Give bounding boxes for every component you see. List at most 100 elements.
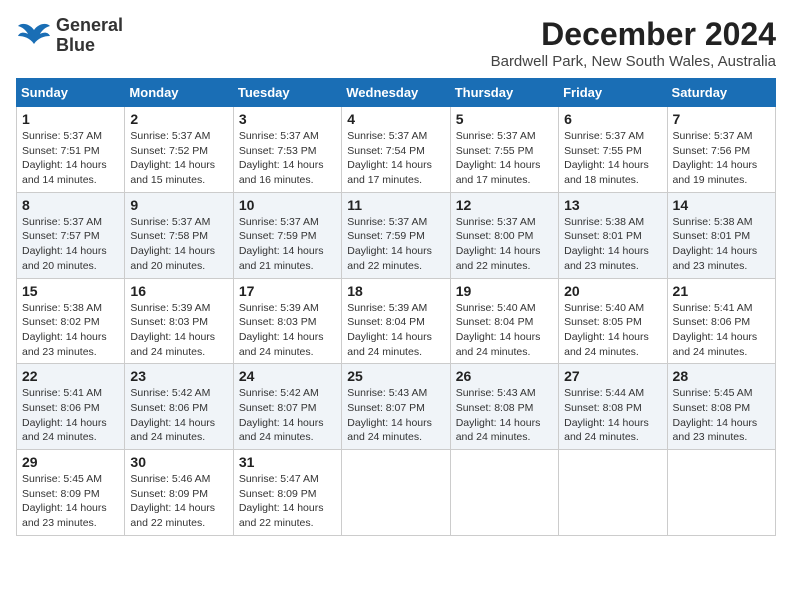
day-number: 7 [673, 111, 770, 127]
table-row: 19 Sunrise: 5:40 AM Sunset: 8:04 PM Dayl… [450, 278, 558, 364]
day-info: Sunrise: 5:39 AM Sunset: 8:04 PM Dayligh… [347, 301, 444, 360]
col-tuesday: Tuesday [233, 79, 341, 107]
table-row: 18 Sunrise: 5:39 AM Sunset: 8:04 PM Dayl… [342, 278, 450, 364]
table-row: 6 Sunrise: 5:37 AM Sunset: 7:55 PM Dayli… [559, 107, 667, 193]
table-row: 7 Sunrise: 5:37 AM Sunset: 7:56 PM Dayli… [667, 107, 775, 193]
day-info: Sunrise: 5:44 AM Sunset: 8:08 PM Dayligh… [564, 386, 661, 445]
day-info: Sunrise: 5:37 AM Sunset: 7:58 PM Dayligh… [130, 215, 227, 274]
table-row: 10 Sunrise: 5:37 AM Sunset: 7:59 PM Dayl… [233, 192, 341, 278]
day-number: 12 [456, 197, 553, 213]
day-number: 24 [239, 368, 336, 384]
table-row: 20 Sunrise: 5:40 AM Sunset: 8:05 PM Dayl… [559, 278, 667, 364]
table-row: 23 Sunrise: 5:42 AM Sunset: 8:06 PM Dayl… [125, 364, 233, 450]
table-row: 3 Sunrise: 5:37 AM Sunset: 7:53 PM Dayli… [233, 107, 341, 193]
col-sunday: Sunday [17, 79, 125, 107]
page-header: General Blue December 2024 Bardwell Park… [16, 16, 776, 70]
day-info: Sunrise: 5:38 AM Sunset: 8:02 PM Dayligh… [22, 301, 119, 360]
col-saturday: Saturday [667, 79, 775, 107]
day-number: 1 [22, 111, 119, 127]
table-row: 27 Sunrise: 5:44 AM Sunset: 8:08 PM Dayl… [559, 364, 667, 450]
day-info: Sunrise: 5:45 AM Sunset: 8:09 PM Dayligh… [22, 472, 119, 531]
day-info: Sunrise: 5:37 AM Sunset: 7:53 PM Dayligh… [239, 129, 336, 188]
col-thursday: Thursday [450, 79, 558, 107]
day-info: Sunrise: 5:37 AM Sunset: 7:54 PM Dayligh… [347, 129, 444, 188]
table-row [450, 450, 558, 536]
calendar-week-2: 8 Sunrise: 5:37 AM Sunset: 7:57 PM Dayli… [17, 192, 776, 278]
table-row: 24 Sunrise: 5:42 AM Sunset: 8:07 PM Dayl… [233, 364, 341, 450]
table-row: 28 Sunrise: 5:45 AM Sunset: 8:08 PM Dayl… [667, 364, 775, 450]
logo: General Blue [16, 16, 123, 56]
table-row: 17 Sunrise: 5:39 AM Sunset: 8:03 PM Dayl… [233, 278, 341, 364]
day-info: Sunrise: 5:37 AM Sunset: 7:55 PM Dayligh… [564, 129, 661, 188]
day-number: 30 [130, 454, 227, 470]
table-row [342, 450, 450, 536]
day-info: Sunrise: 5:37 AM Sunset: 7:57 PM Dayligh… [22, 215, 119, 274]
day-number: 21 [673, 283, 770, 299]
day-number: 18 [347, 283, 444, 299]
day-info: Sunrise: 5:43 AM Sunset: 8:07 PM Dayligh… [347, 386, 444, 445]
calendar-header-row: Sunday Monday Tuesday Wednesday Thursday… [17, 79, 776, 107]
day-number: 3 [239, 111, 336, 127]
day-info: Sunrise: 5:40 AM Sunset: 8:05 PM Dayligh… [564, 301, 661, 360]
day-info: Sunrise: 5:38 AM Sunset: 8:01 PM Dayligh… [673, 215, 770, 274]
table-row: 4 Sunrise: 5:37 AM Sunset: 7:54 PM Dayli… [342, 107, 450, 193]
table-row: 12 Sunrise: 5:37 AM Sunset: 8:00 PM Dayl… [450, 192, 558, 278]
table-row: 16 Sunrise: 5:39 AM Sunset: 8:03 PM Dayl… [125, 278, 233, 364]
calendar-week-1: 1 Sunrise: 5:37 AM Sunset: 7:51 PM Dayli… [17, 107, 776, 193]
page-title: December 2024 [491, 16, 776, 53]
col-friday: Friday [559, 79, 667, 107]
table-row [667, 450, 775, 536]
table-row: 29 Sunrise: 5:45 AM Sunset: 8:09 PM Dayl… [17, 450, 125, 536]
day-number: 31 [239, 454, 336, 470]
title-block: December 2024 Bardwell Park, New South W… [491, 16, 776, 70]
table-row: 8 Sunrise: 5:37 AM Sunset: 7:57 PM Dayli… [17, 192, 125, 278]
day-number: 11 [347, 197, 444, 213]
day-info: Sunrise: 5:38 AM Sunset: 8:01 PM Dayligh… [564, 215, 661, 274]
table-row: 22 Sunrise: 5:41 AM Sunset: 8:06 PM Dayl… [17, 364, 125, 450]
day-number: 8 [22, 197, 119, 213]
day-number: 26 [456, 368, 553, 384]
table-row: 15 Sunrise: 5:38 AM Sunset: 8:02 PM Dayl… [17, 278, 125, 364]
table-row: 1 Sunrise: 5:37 AM Sunset: 7:51 PM Dayli… [17, 107, 125, 193]
day-info: Sunrise: 5:37 AM Sunset: 8:00 PM Dayligh… [456, 215, 553, 274]
table-row: 31 Sunrise: 5:47 AM Sunset: 8:09 PM Dayl… [233, 450, 341, 536]
day-info: Sunrise: 5:39 AM Sunset: 8:03 PM Dayligh… [130, 301, 227, 360]
day-info: Sunrise: 5:37 AM Sunset: 7:55 PM Dayligh… [456, 129, 553, 188]
day-number: 9 [130, 197, 227, 213]
col-monday: Monday [125, 79, 233, 107]
day-number: 27 [564, 368, 661, 384]
day-info: Sunrise: 5:41 AM Sunset: 8:06 PM Dayligh… [22, 386, 119, 445]
table-row: 13 Sunrise: 5:38 AM Sunset: 8:01 PM Dayl… [559, 192, 667, 278]
day-info: Sunrise: 5:46 AM Sunset: 8:09 PM Dayligh… [130, 472, 227, 531]
day-number: 28 [673, 368, 770, 384]
table-row: 14 Sunrise: 5:38 AM Sunset: 8:01 PM Dayl… [667, 192, 775, 278]
day-info: Sunrise: 5:37 AM Sunset: 7:56 PM Dayligh… [673, 129, 770, 188]
table-row: 11 Sunrise: 5:37 AM Sunset: 7:59 PM Dayl… [342, 192, 450, 278]
day-number: 13 [564, 197, 661, 213]
day-info: Sunrise: 5:37 AM Sunset: 7:59 PM Dayligh… [239, 215, 336, 274]
page-subtitle: Bardwell Park, New South Wales, Australi… [491, 53, 776, 70]
day-number: 14 [673, 197, 770, 213]
day-number: 10 [239, 197, 336, 213]
table-row: 25 Sunrise: 5:43 AM Sunset: 8:07 PM Dayl… [342, 364, 450, 450]
day-number: 15 [22, 283, 119, 299]
logo-text: General Blue [56, 16, 123, 56]
day-info: Sunrise: 5:40 AM Sunset: 8:04 PM Dayligh… [456, 301, 553, 360]
day-info: Sunrise: 5:42 AM Sunset: 8:06 PM Dayligh… [130, 386, 227, 445]
day-number: 17 [239, 283, 336, 299]
calendar-week-5: 29 Sunrise: 5:45 AM Sunset: 8:09 PM Dayl… [17, 450, 776, 536]
day-info: Sunrise: 5:45 AM Sunset: 8:08 PM Dayligh… [673, 386, 770, 445]
day-number: 6 [564, 111, 661, 127]
day-info: Sunrise: 5:37 AM Sunset: 7:59 PM Dayligh… [347, 215, 444, 274]
calendar-week-4: 22 Sunrise: 5:41 AM Sunset: 8:06 PM Dayl… [17, 364, 776, 450]
day-info: Sunrise: 5:41 AM Sunset: 8:06 PM Dayligh… [673, 301, 770, 360]
table-row: 30 Sunrise: 5:46 AM Sunset: 8:09 PM Dayl… [125, 450, 233, 536]
day-number: 23 [130, 368, 227, 384]
calendar-week-3: 15 Sunrise: 5:38 AM Sunset: 8:02 PM Dayl… [17, 278, 776, 364]
day-number: 2 [130, 111, 227, 127]
table-row: 9 Sunrise: 5:37 AM Sunset: 7:58 PM Dayli… [125, 192, 233, 278]
day-number: 19 [456, 283, 553, 299]
day-info: Sunrise: 5:47 AM Sunset: 8:09 PM Dayligh… [239, 472, 336, 531]
day-info: Sunrise: 5:37 AM Sunset: 7:52 PM Dayligh… [130, 129, 227, 188]
col-wednesday: Wednesday [342, 79, 450, 107]
